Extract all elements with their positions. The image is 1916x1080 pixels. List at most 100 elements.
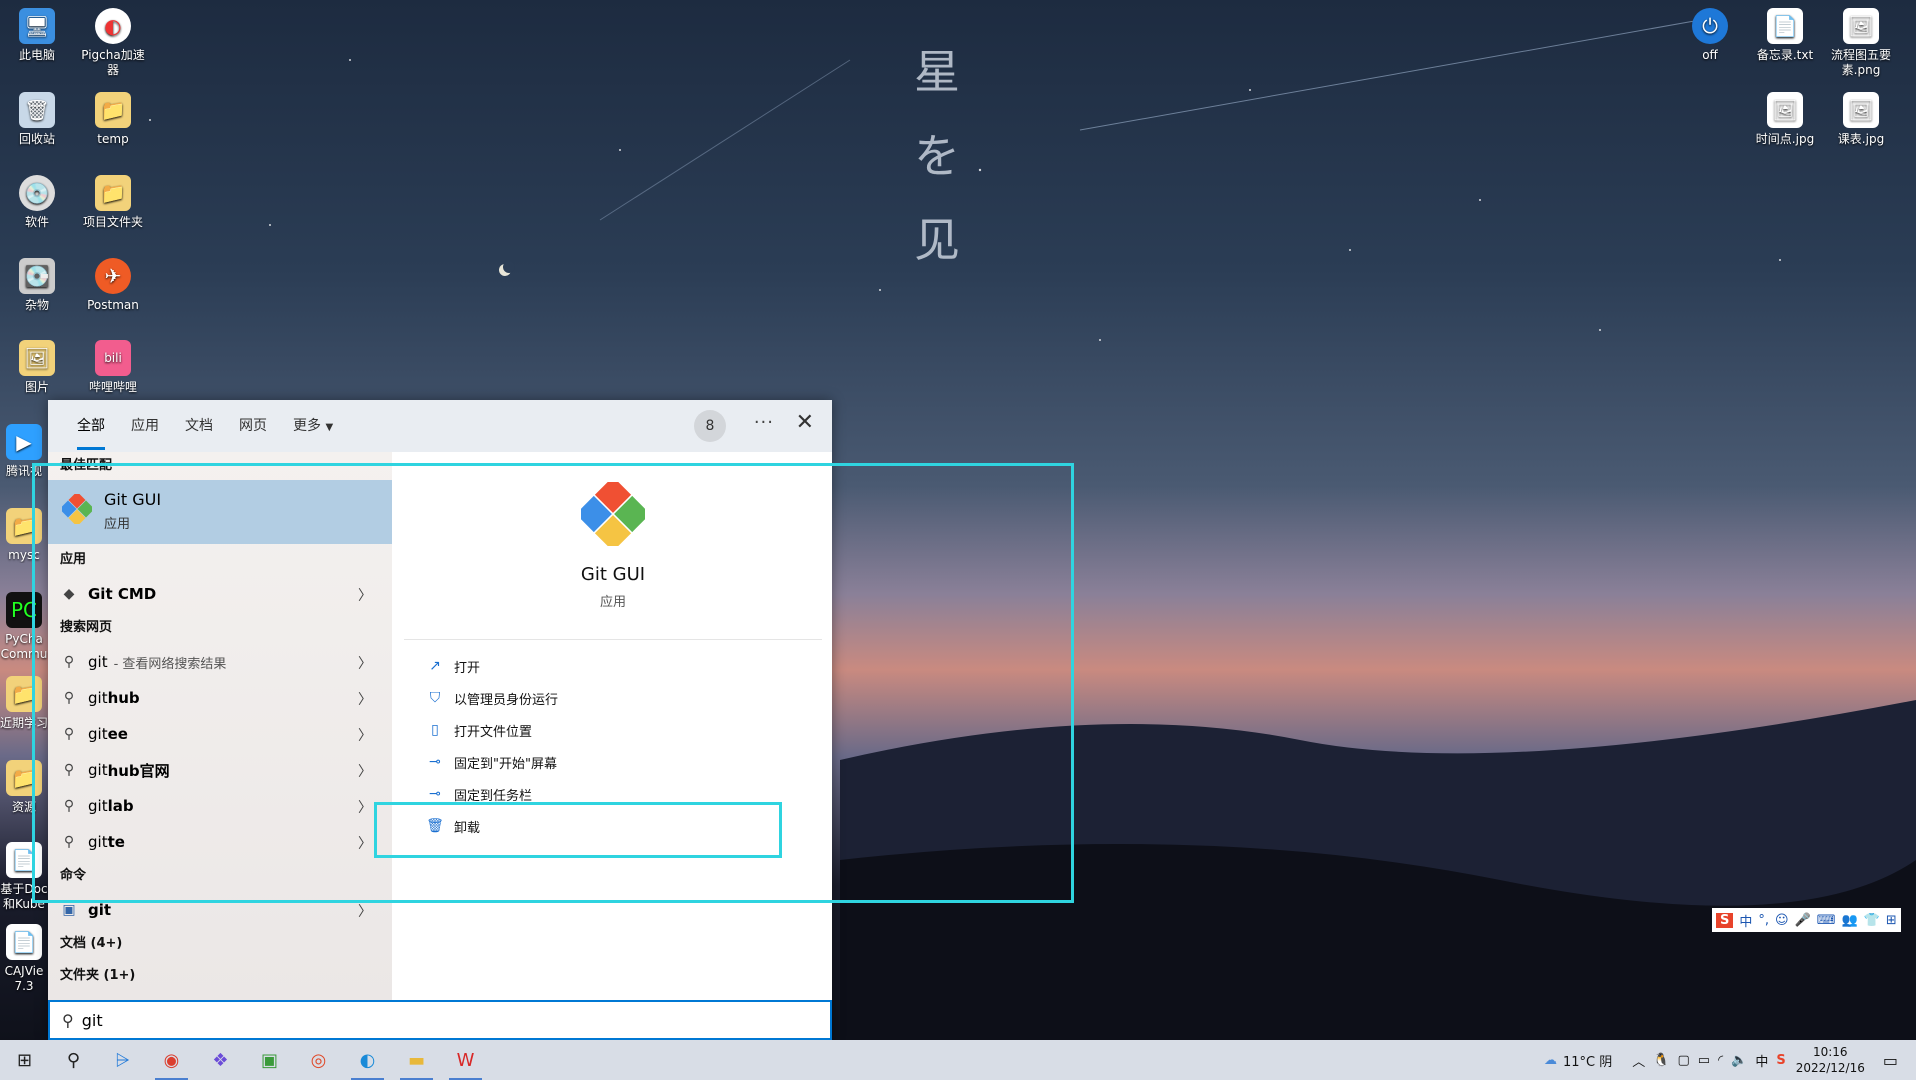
desktop-icon-pigcha[interactable]: ◐ Pigcha加速器: [78, 8, 148, 78]
tab-documents[interactable]: 文档: [172, 400, 226, 452]
clock-time: 10:16: [1812, 1045, 1848, 1059]
desktop-icon-misc[interactable]: 💽 杂物: [2, 258, 72, 313]
app-item-git-cmd[interactable]: ◆ Git CMD 〉: [48, 576, 392, 612]
search-icon: ⚲: [63, 834, 75, 850]
wps-icon[interactable]: W: [441, 1040, 490, 1080]
desktop-icon-flowchart[interactable]: 🖼 流程图五要素.png: [1826, 8, 1896, 78]
weather-text[interactable]: 11°C 阴: [1563, 1051, 1612, 1070]
chevron-right-icon[interactable]: 〉: [358, 689, 372, 709]
desktop-icon-schedule[interactable]: 🖼 课表.jpg: [1826, 92, 1896, 147]
documents-header[interactable]: 文档 (4+): [48, 928, 392, 960]
chevron-right-icon[interactable]: 〉: [358, 833, 372, 853]
action-open-file-location[interactable]: ▯ 打开文件位置: [404, 714, 822, 746]
desktop-icon-partial[interactable]: 📁 近期学习: [0, 676, 48, 731]
desktop-icon-postman[interactable]: ✈ Postman: [78, 258, 148, 313]
desktop-icon-bilibili[interactable]: bili 哔哩哔哩: [78, 340, 148, 395]
clock[interactable]: 10:16 2022/12/16: [1796, 1044, 1865, 1076]
desktop-icon-label: 杂物: [24, 298, 49, 312]
desktop-icon-partial[interactable]: PC PyCha Commu: [0, 592, 48, 662]
desktop-icon-partial[interactable]: 📁 mysc: [0, 508, 48, 563]
qq-icon[interactable]: 🐧: [1653, 1053, 1669, 1068]
web-suggestion[interactable]: ⚲ git ee 〉: [48, 716, 392, 752]
ime-indicator-icon[interactable]: 中: [1755, 1051, 1768, 1070]
action-pin-to-start[interactable]: ⊸ 固定到"开始"屏幕: [404, 746, 822, 778]
browser-icon[interactable]: ◎: [294, 1040, 343, 1080]
sogou-icon[interactable]: S: [1716, 912, 1734, 928]
web-suggestion[interactable]: ⚲ git - 查看网络搜索结果 〉: [48, 644, 392, 680]
web-suggestion[interactable]: ⚲ git te 〉: [48, 824, 392, 860]
desktop-icon-partial[interactable]: 📄 基于Doc和Kube: [0, 842, 48, 912]
punctuation-icon[interactable]: °,: [1758, 913, 1769, 928]
desktop-icon-software[interactable]: 💿 软件: [2, 175, 72, 230]
desktop-icon-recycle-bin[interactable]: 🗑 回收站: [2, 92, 72, 147]
chrome-icon[interactable]: ◉: [147, 1040, 196, 1080]
desktop-icon-partial[interactable]: ▶ 腾讯视: [0, 424, 48, 479]
search-box[interactable]: ⚲: [48, 1000, 832, 1040]
command-item-git[interactable]: ▣ git 〉: [48, 892, 392, 928]
search-input[interactable]: [81, 1010, 682, 1030]
action-uninstall[interactable]: 🗑 卸载: [404, 810, 822, 842]
desktop-icon-pictures[interactable]: 🖼 图片: [2, 340, 72, 395]
desktop-icon-memo[interactable]: 📄 备忘录.txt: [1750, 8, 1820, 63]
vscode-icon[interactable]: ⩥: [98, 1040, 147, 1080]
tray-app-icon[interactable]: ▢: [1677, 1053, 1689, 1068]
close-icon[interactable]: ✕: [796, 410, 814, 435]
edge-icon[interactable]: ◐: [343, 1040, 392, 1080]
web-suggestion[interactable]: ⚲ git hub官网 〉: [48, 752, 392, 788]
sogou-tray-icon[interactable]: S: [1776, 1053, 1785, 1068]
search-icon[interactable]: ⚲: [49, 1040, 98, 1080]
wifi-icon[interactable]: ◜: [1718, 1053, 1723, 1068]
best-match-item[interactable]: Git GUI 应用: [48, 480, 392, 544]
computer-icon: 🖥: [19, 8, 55, 44]
web-suggestion[interactable]: ⚲ git lab 〉: [48, 788, 392, 824]
git-gui-icon: [575, 476, 651, 552]
system-tray: ☁ 11°C 阴 ︿ 🐧 ▢ ▭ ◜ 🔈 中 S 10:16 2022/12/1…: [1544, 1040, 1916, 1080]
action-run-as-admin[interactable]: ⛉ 以管理员身份运行: [404, 682, 822, 714]
windows-start-icon[interactable]: ⊞: [0, 1040, 49, 1080]
results-list: 最佳匹配 Git GUI 应用 应用 ◆ Git CMD 〉 搜索网页 ⚲ gi…: [48, 452, 392, 1000]
desktop-icon-partial[interactable]: 📁 资源: [0, 760, 48, 815]
rewards-badge[interactable]: 8: [694, 410, 726, 442]
chevron-up-icon[interactable]: ︿: [1632, 1051, 1645, 1070]
skin-icon[interactable]: 👕: [1864, 913, 1880, 928]
battery-icon[interactable]: ▭: [1698, 1053, 1710, 1068]
chevron-right-icon[interactable]: 〉: [358, 901, 372, 921]
desktop-icon-timepoint[interactable]: 🖼 时间点.jpg: [1750, 92, 1820, 147]
desktop-icon-temp[interactable]: 📁 temp: [78, 92, 148, 147]
action-open[interactable]: ↗ 打开: [404, 650, 822, 682]
search-icon: ⚲: [63, 726, 75, 742]
keyboard-icon[interactable]: ⌨: [1817, 913, 1836, 928]
grid-icon[interactable]: ⊞: [1886, 913, 1897, 928]
users-icon[interactable]: 👥: [1842, 913, 1858, 928]
detail-pane: Git GUI 应用 ↗ 打开 ⛉ 以管理员身份运行 ▯ 打开文件位置 ⊸ 固定到"开始…: [404, 452, 822, 1000]
app-icon[interactable]: ❖: [196, 1040, 245, 1080]
android-studio-icon[interactable]: ▣: [245, 1040, 294, 1080]
ime-mode-chinese[interactable]: 中: [1739, 911, 1752, 930]
tab-more[interactable]: 更多 ▼: [280, 400, 346, 452]
taskbar: ⊞ ⚲ ⩥ ◉ ❖ ▣ ◎ ◐ ▬ W ☁ 11°C 阴 ︿ 🐧 ▢ ▭ ◜ 🔈…: [0, 1040, 1916, 1080]
tab-web[interactable]: 网页: [226, 400, 280, 452]
open-icon: ↗: [429, 658, 441, 674]
weather-icon[interactable]: ☁: [1544, 1053, 1557, 1068]
chevron-right-icon[interactable]: 〉: [358, 761, 372, 781]
desktop-icon-off[interactable]: ⏻ off: [1675, 8, 1745, 63]
file-explorer-icon[interactable]: ▬: [392, 1040, 441, 1080]
tab-all[interactable]: 全部: [64, 400, 118, 452]
chevron-right-icon[interactable]: 〉: [358, 725, 372, 745]
chevron-right-icon[interactable]: 〉: [358, 653, 372, 673]
microphone-icon[interactable]: 🎤: [1795, 913, 1811, 928]
desktop-icon-project-folder[interactable]: 📁 项目文件夹: [78, 175, 148, 230]
ime-toolbar[interactable]: S 中 °, ☺ 🎤 ⌨ 👥 👕 ⊞: [1712, 908, 1901, 932]
web-suggestion[interactable]: ⚲ git hub 〉: [48, 680, 392, 716]
emoji-icon[interactable]: ☺: [1775, 913, 1789, 928]
volume-icon[interactable]: 🔈: [1731, 1053, 1747, 1068]
more-options-icon[interactable]: ···: [754, 412, 774, 433]
tab-apps[interactable]: 应用: [118, 400, 172, 452]
chevron-right-icon[interactable]: 〉: [358, 797, 372, 817]
desktop-icon-partial[interactable]: 📄 CAJVie 7.3: [0, 924, 48, 994]
desktop-icon-this-pc[interactable]: 🖥 此电脑: [2, 8, 72, 63]
folders-header[interactable]: 文件夹 (1+): [48, 960, 392, 992]
chevron-right-icon[interactable]: 〉: [358, 585, 372, 605]
notification-icon[interactable]: ▭: [1883, 1051, 1898, 1070]
action-pin-to-taskbar[interactable]: ⊸ 固定到任务栏: [404, 778, 822, 810]
